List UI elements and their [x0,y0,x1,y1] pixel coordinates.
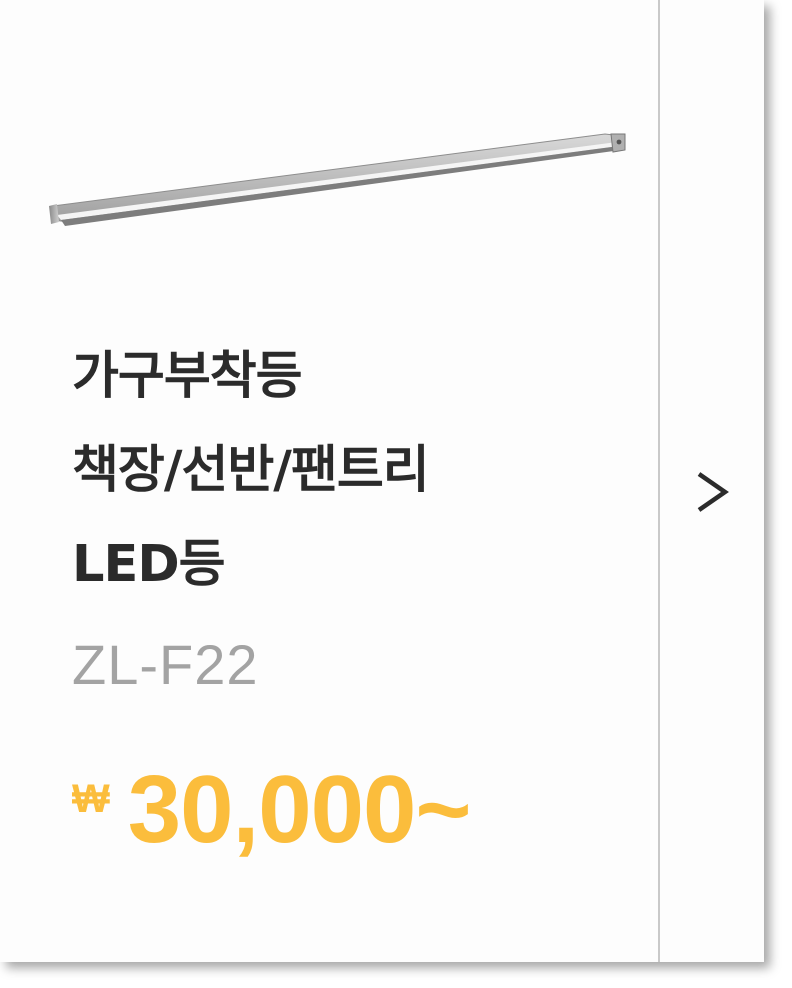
chevron-right-icon [697,472,729,512]
model-number: ZL-F22 [72,633,259,696]
currency-symbol: ₩ [72,777,110,821]
product-title-line-1: 가구부착등 [72,347,303,406]
product-card: 가구부착등 책장/선반/팬트리 LED등 ZL-F22 ₩ 30,000~ [0,0,764,962]
next-button[interactable] [676,452,748,532]
product-title-line-3: LED등 [72,535,226,594]
product-title-line-2: 책장/선반/팬트리 [72,441,430,500]
price: ₩ 30,000~ [72,756,472,863]
product-title: 가구부착등 책장/선반/팬트리 LED등 [72,330,430,612]
led-bar-light-image [49,133,626,226]
price-amount: 30,000~ [127,756,472,863]
divider [658,0,660,962]
